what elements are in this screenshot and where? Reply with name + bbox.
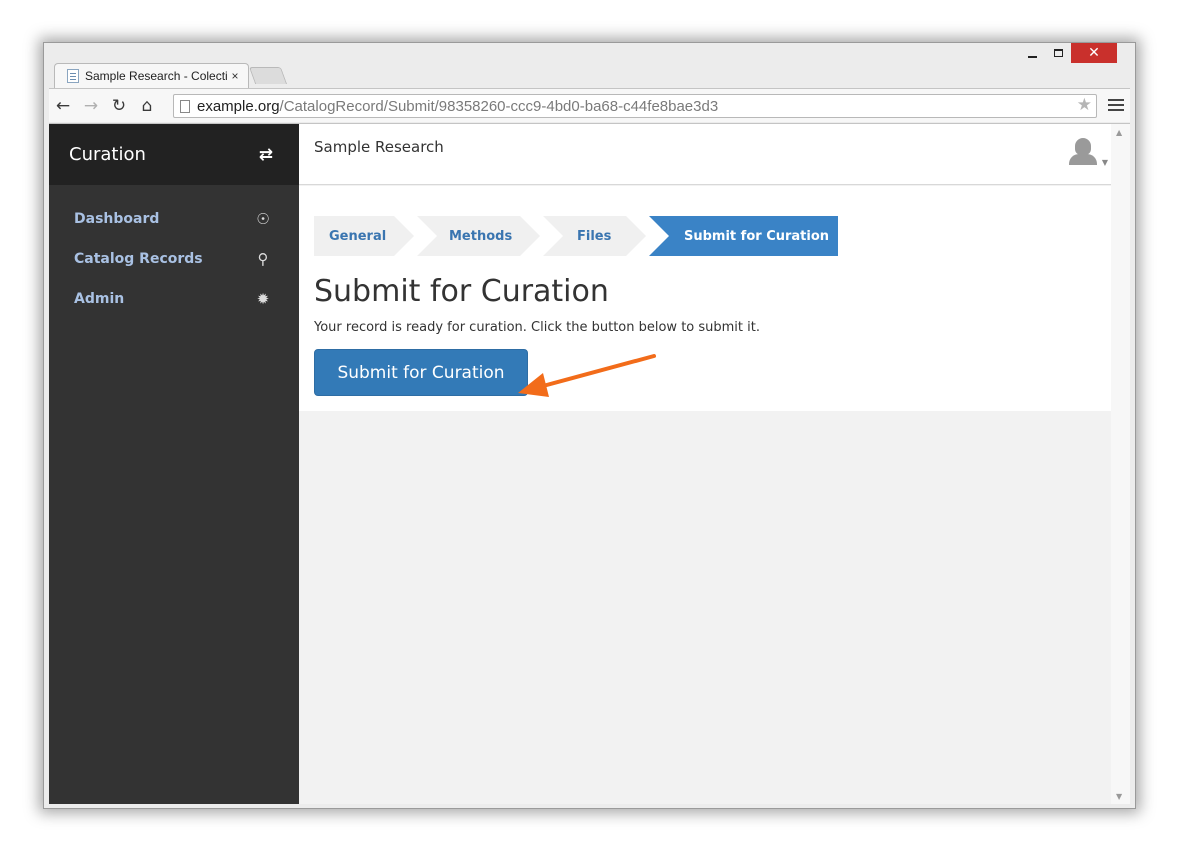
address-bar[interactable]: example.org/CatalogRecord/Submit/9835826… <box>173 94 1097 118</box>
sidebar-brand: Curation ⇄ <box>49 124 299 185</box>
page-icon <box>180 99 190 113</box>
sidebar-item-label: Admin <box>74 291 125 307</box>
dashboard-gauge-icon: ☉ <box>256 210 270 228</box>
page-description: Your record is ready for curation. Click… <box>314 320 760 335</box>
sidebar-toggle-icon[interactable]: ⇄ <box>259 145 273 165</box>
window-close-button[interactable]: ✕ <box>1071 43 1117 63</box>
maximize-button[interactable] <box>1045 43 1071 63</box>
search-icon: ⚲ <box>257 250 269 268</box>
step-submit-for-curation[interactable]: Submit for Curation <box>649 216 838 256</box>
new-tab-button[interactable] <box>248 67 288 84</box>
scroll-down-icon[interactable]: ▼ <box>1116 792 1122 801</box>
organization-name: Sample Research <box>314 138 444 156</box>
url-host: example.org <box>197 97 280 115</box>
page-header: Sample Research ▼ <box>299 124 1111 185</box>
sidebar: Curation ⇄ Dashboard ☉ Catalog Records ⚲… <box>49 124 299 804</box>
browser-menu-icon[interactable] <box>1108 96 1124 116</box>
chevron-down-icon: ▼ <box>1101 158 1108 167</box>
sidebar-item-admin[interactable]: Admin ✹ <box>49 279 299 319</box>
home-icon[interactable]: ⌂ <box>133 92 161 120</box>
window-controls: ✕ <box>1019 43 1117 63</box>
gear-icon: ✹ <box>256 290 270 308</box>
page-viewport: Curation ⇄ Dashboard ☉ Catalog Records ⚲… <box>49 123 1130 804</box>
sidebar-item-dashboard[interactable]: Dashboard ☉ <box>49 199 299 239</box>
sidebar-item-label: Dashboard <box>74 211 160 227</box>
minimize-button[interactable] <box>1019 43 1045 63</box>
brand-title[interactable]: Curation <box>69 144 146 165</box>
user-avatar-icon[interactable]: ▼ <box>1068 138 1108 168</box>
bookmark-star-icon[interactable]: ★ <box>1077 95 1092 115</box>
sidebar-item-catalog-records[interactable]: Catalog Records ⚲ <box>49 239 299 279</box>
reload-icon[interactable]: ↻ <box>105 92 133 120</box>
back-icon[interactable]: ← <box>49 92 77 120</box>
wizard-steps: General Methods Files Submit for Curatio… <box>314 216 838 256</box>
page-title: Submit for Curation <box>314 274 609 309</box>
main-panel: General Methods Files Submit for Curatio… <box>299 186 1111 411</box>
browser-toolbar: ← → ↻ ⌂ example.org/CatalogRecord/Submit… <box>49 88 1130 122</box>
sidebar-nav: Dashboard ☉ Catalog Records ⚲ Admin ✹ <box>49 185 299 319</box>
browser-tab[interactable]: Sample Research - Colecti × <box>54 63 249 88</box>
sidebar-item-label: Catalog Records <box>74 251 203 267</box>
submit-for-curation-button[interactable]: Submit for Curation <box>314 349 528 396</box>
forward-icon[interactable]: → <box>77 92 105 120</box>
scroll-up-icon[interactable]: ▲ <box>1116 128 1122 137</box>
page-favicon-icon <box>67 69 79 83</box>
scrollbar[interactable]: ▲ ▼ <box>1111 124 1130 804</box>
url-path: /CatalogRecord/Submit/98358260-ccc9-4bd0… <box>279 97 719 115</box>
step-general[interactable]: General <box>314 216 414 256</box>
tab-close-icon[interactable]: × <box>228 69 242 83</box>
step-files[interactable]: Files <box>543 216 646 256</box>
tab-title: Sample Research - Colecti <box>85 69 228 83</box>
step-methods[interactable]: Methods <box>417 216 540 256</box>
browser-window: ✕ Sample Research - Colecti × ← → ↻ ⌂ ex… <box>43 42 1136 809</box>
